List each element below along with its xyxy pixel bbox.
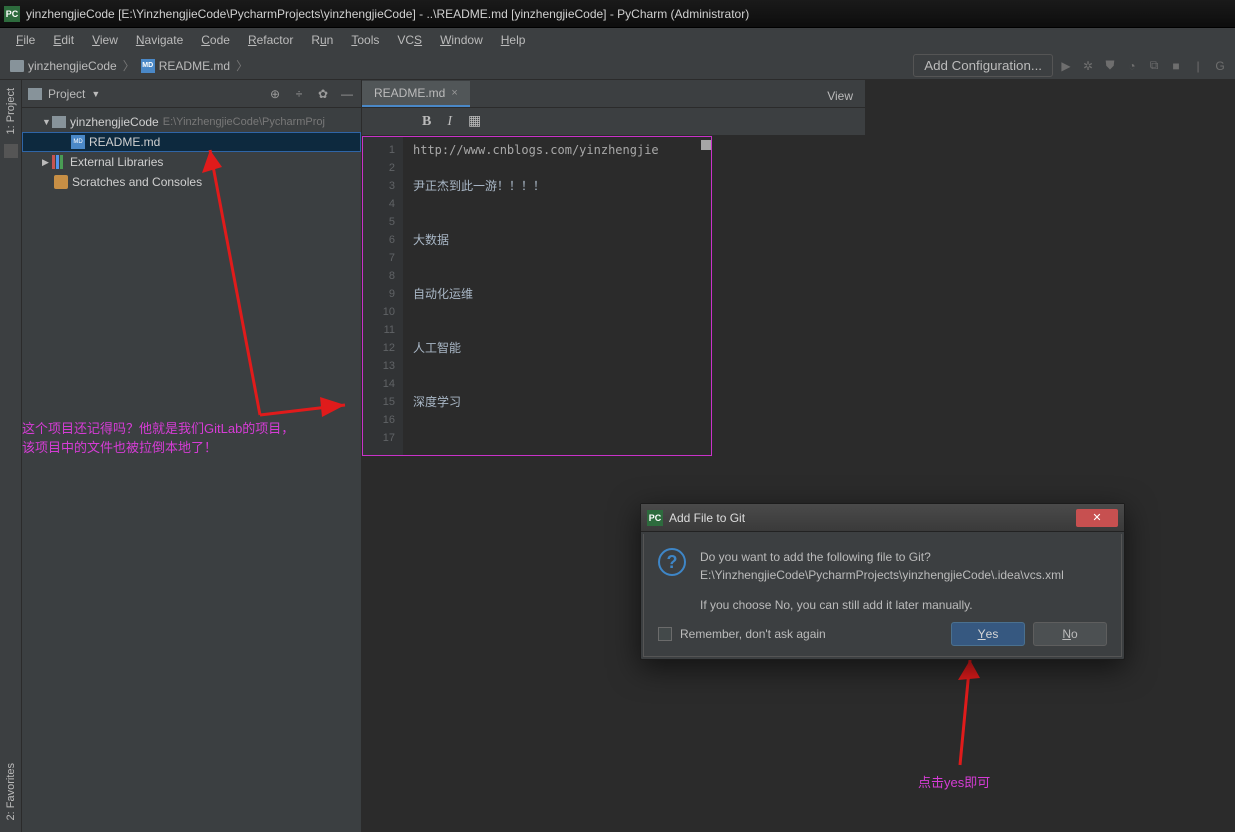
dialog-message: Do you want to add the following file to…	[700, 548, 1064, 614]
tool-tab-favorites[interactable]: 2: Favorites	[3, 757, 19, 826]
tree-label: External Libraries	[70, 155, 163, 169]
remember-label[interactable]: Remember, don't ask again	[680, 627, 826, 641]
editor-tabs: README.md × View	[362, 80, 865, 108]
italic-button[interactable]: I	[447, 114, 452, 130]
scratch-icon	[54, 175, 68, 189]
no-button[interactable]: No	[1033, 622, 1107, 646]
breadcrumb-file[interactable]: MD README.md	[137, 59, 234, 73]
markdown-file-icon: MD	[141, 59, 155, 73]
remember-checkbox[interactable]	[658, 627, 672, 641]
yes-button[interactable]: Yes	[951, 622, 1025, 646]
menu-tools[interactable]: Tools	[343, 31, 387, 49]
dialog-titlebar[interactable]: PC Add File to Git ✕	[641, 504, 1124, 532]
menubar: File Edit View Navigate Code Refactor Ru…	[0, 28, 1235, 52]
navigation-bar: yinzhengjieCode 〉 MD README.md 〉 Add Con…	[0, 52, 1235, 80]
dialog-title-text: Add File to Git	[669, 511, 745, 525]
menu-view[interactable]: View	[84, 31, 126, 49]
project-title[interactable]: Project	[48, 87, 85, 101]
menu-window[interactable]: Window	[432, 31, 491, 49]
project-header: Project ▼ ⊕ ÷ ✿ —	[22, 80, 361, 108]
concurrency-icon[interactable]: ⧉	[1145, 57, 1163, 75]
bold-button[interactable]: B	[422, 114, 431, 130]
tree-path: E:\YinzhengjieCode\PycharmProj	[163, 116, 325, 128]
tree-label: yinzhengjieCode	[70, 115, 159, 129]
close-tab-icon[interactable]: ×	[451, 87, 457, 99]
add-file-to-git-dialog: PC Add File to Git ✕ ? Do you want to ad…	[640, 503, 1125, 660]
debug-icon[interactable]: ✲	[1079, 57, 1097, 75]
library-icon	[52, 155, 66, 169]
code-text[interactable]: http://www.cnblogs.com/yinzhengjie 尹正杰到此…	[403, 137, 711, 455]
folder-icon	[28, 88, 42, 100]
project-tool-window: Project ▼ ⊕ ÷ ✿ — ▼ yinzhengjieCode E:\Y…	[22, 80, 362, 832]
editor-area: README.md × View B I ▦ 123 456 789 10111…	[362, 80, 865, 832]
expand-arrow-icon[interactable]: ▶	[42, 157, 52, 168]
breadcrumb-label: README.md	[159, 59, 230, 73]
tool-window-bar-left: 1: Project 2: Favorites	[0, 80, 22, 832]
folder-icon	[52, 116, 66, 128]
markdown-toolbar: B I ▦	[362, 108, 865, 136]
menu-navigate[interactable]: Navigate	[128, 31, 191, 49]
tree-root[interactable]: ▼ yinzhengjieCode E:\YinzhengjieCode\Pyc…	[22, 112, 361, 132]
breadcrumb-root[interactable]: yinzhengjieCode	[6, 59, 121, 73]
table-button[interactable]: ▦	[468, 113, 481, 130]
editor-view-button[interactable]: View	[815, 85, 865, 107]
stop-icon[interactable]: ■	[1167, 57, 1185, 75]
hide-icon[interactable]: —	[339, 86, 355, 102]
window-title: yinzhengjieCode [E:\YinzhengjieCode\Pych…	[26, 7, 749, 21]
dropdown-icon[interactable]: ▼	[91, 89, 100, 99]
settings-gear-icon[interactable]: ✿	[315, 86, 331, 102]
menu-help[interactable]: Help	[493, 31, 534, 49]
tree-label: Scratches and Consoles	[72, 175, 202, 189]
tab-label: README.md	[374, 86, 445, 100]
expand-arrow-icon[interactable]: ▼	[42, 117, 52, 127]
add-configuration-button[interactable]: Add Configuration...	[913, 54, 1053, 77]
menu-edit[interactable]: Edit	[45, 31, 82, 49]
profile-icon[interactable]: ◔	[1123, 57, 1141, 75]
separator: |	[1189, 57, 1207, 75]
editor-tab-readme[interactable]: README.md ×	[362, 81, 470, 107]
menu-file[interactable]: File	[8, 31, 43, 49]
run-icon[interactable]: ▶	[1057, 57, 1075, 75]
markdown-file-icon: MD	[71, 135, 85, 149]
breadcrumb-separator: 〉	[236, 57, 248, 74]
menu-run[interactable]: Run	[303, 31, 341, 49]
menu-code[interactable]: Code	[193, 31, 238, 49]
tree-file-readme[interactable]: MD README.md	[22, 132, 361, 152]
question-icon: ?	[658, 548, 686, 576]
menu-vcs[interactable]: VCS	[389, 31, 430, 49]
dialog-close-button[interactable]: ✕	[1076, 509, 1118, 527]
menu-refactor[interactable]: Refactor	[240, 31, 301, 49]
coverage-icon[interactable]: ⛊	[1101, 57, 1119, 75]
scrollbar-thumb[interactable]	[701, 140, 711, 150]
breadcrumb-label: yinzhengjieCode	[28, 59, 117, 73]
locate-icon[interactable]: ⊕	[267, 86, 283, 102]
tool-tab-project[interactable]: 1: Project	[3, 82, 19, 140]
tree-external-libraries[interactable]: ▶ External Libraries	[22, 152, 361, 172]
folder-icon	[10, 60, 24, 72]
tree-scratches[interactable]: Scratches and Consoles	[22, 172, 361, 192]
git-icon[interactable]: G	[1211, 57, 1229, 75]
structure-icon[interactable]	[4, 144, 18, 158]
app-icon: PC	[4, 6, 20, 22]
right-panel	[865, 80, 1235, 832]
project-tree: ▼ yinzhengjieCode E:\YinzhengjieCode\Pyc…	[22, 108, 361, 832]
app-icon: PC	[647, 510, 663, 526]
breadcrumb-separator: 〉	[123, 57, 135, 74]
window-titlebar: PC yinzhengjieCode [E:\YinzhengjieCode\P…	[0, 0, 1235, 28]
collapse-icon[interactable]: ÷	[291, 86, 307, 102]
tree-label: README.md	[89, 135, 160, 149]
line-gutter: 123 456 789 101112 131415 1617	[363, 137, 403, 455]
editor-content[interactable]: 123 456 789 101112 131415 1617 http://ww…	[362, 136, 712, 456]
